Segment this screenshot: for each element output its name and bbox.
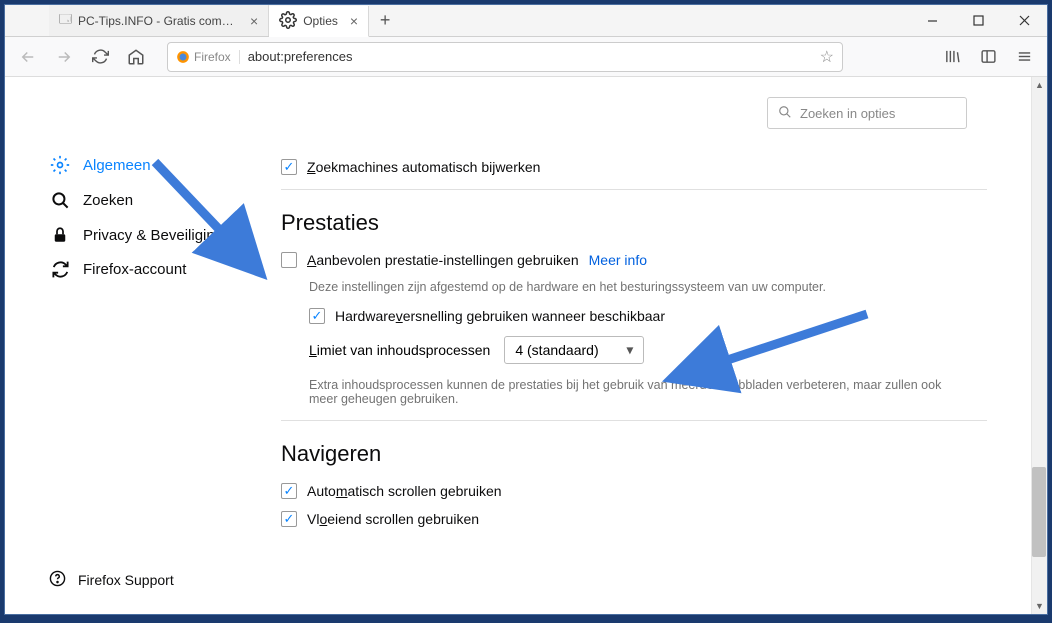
- divider: [281, 189, 987, 190]
- sidebar-button[interactable]: [973, 42, 1003, 72]
- scroll-up-icon[interactable]: ▲: [1032, 77, 1047, 93]
- process-limit-select[interactable]: 4 (standaard): [504, 336, 644, 364]
- url-bar[interactable]: Firefox about:preferences ☆: [167, 42, 843, 72]
- checkbox-label: Zoekmachines automatisch bijwerken: [307, 159, 540, 175]
- sidebar-support-link[interactable]: Firefox Support: [49, 570, 174, 590]
- bookmark-star-icon[interactable]: ☆: [820, 47, 834, 67]
- sidebar-item-label: Firefox-account: [83, 261, 186, 278]
- reload-button[interactable]: [85, 42, 115, 72]
- process-limit-row: Limiet van inhoudsprocessen 4 (standaard…: [309, 336, 987, 364]
- perf-description: Deze instellingen zijn afgestemd op de h…: [309, 280, 987, 294]
- tab-strip: 🗔 PC-Tips.INFO - Gratis computer tip × O…: [5, 5, 909, 36]
- checkbox-row-hwaccel: ✓ Hardwareversnelling gebruiken wanneer …: [309, 308, 987, 324]
- checkbox-row-autoscroll: ✓ Automatisch scrollen gebruiken: [281, 483, 987, 499]
- maximize-button[interactable]: [955, 5, 1001, 36]
- content-area: Algemeen Zoeken Privacy & Beveiliging Fi…: [5, 77, 1047, 614]
- sidebar-item-general[interactable]: Algemeen: [49, 147, 265, 183]
- favicon-generic-icon: 🗔: [59, 10, 72, 31]
- scroll-thumb[interactable]: [1032, 467, 1046, 557]
- sidebar-item-search[interactable]: Zoeken: [49, 183, 265, 218]
- tab-pctips[interactable]: 🗔 PC-Tips.INFO - Gratis computer tip ×: [49, 5, 269, 36]
- main-panel: Zoeken in opties ✓ Zoekmachines automati…: [265, 77, 1047, 614]
- checkbox-label: Automatisch scrollen gebruiken: [307, 483, 502, 499]
- checkbox-search-updates[interactable]: ✓: [281, 159, 297, 175]
- back-button[interactable]: [13, 42, 43, 72]
- options-search-input[interactable]: Zoeken in opties: [767, 97, 967, 129]
- vertical-scrollbar[interactable]: ▲ ▼: [1031, 77, 1047, 614]
- hamburger-menu-button[interactable]: [1009, 42, 1039, 72]
- search-placeholder: Zoeken in opties: [800, 106, 895, 121]
- scroll-down-icon[interactable]: ▼: [1032, 598, 1047, 614]
- close-icon[interactable]: ×: [350, 13, 358, 29]
- window-controls: [909, 5, 1047, 36]
- identity-label: Firefox: [194, 50, 231, 64]
- search-icon: [778, 105, 792, 122]
- sidebar-item-label: Algemeen: [83, 157, 151, 174]
- checkbox-row-smoothscroll: ✓ Vloeiend scrollen gebruiken: [281, 511, 987, 527]
- process-limit-description: Extra inhoudsprocessen kunnen de prestat…: [309, 378, 949, 406]
- home-button[interactable]: [121, 42, 151, 72]
- titlebar: 🗔 PC-Tips.INFO - Gratis computer tip × O…: [5, 5, 1047, 37]
- toolbar-right: [937, 42, 1039, 72]
- forward-button[interactable]: [49, 42, 79, 72]
- divider: [281, 420, 987, 421]
- checkbox-recommended-perf[interactable]: [281, 252, 297, 268]
- process-limit-label: Limiet van inhoudsprocessen: [309, 342, 490, 358]
- lock-icon: [49, 226, 71, 244]
- section-heading-navigate: Navigeren: [281, 441, 987, 467]
- checkbox-label: Hardwareversnelling gebruiken wanneer be…: [335, 308, 665, 324]
- toolbar: Firefox about:preferences ☆: [5, 37, 1047, 77]
- minimize-button[interactable]: [909, 5, 955, 36]
- support-label: Firefox Support: [78, 572, 174, 588]
- identity-box[interactable]: Firefox: [176, 50, 240, 64]
- tab-options[interactable]: Opties ×: [269, 6, 369, 37]
- sidebar-item-sync[interactable]: Firefox-account: [49, 252, 265, 287]
- checkbox-row-search-updates: ✓ Zoekmachines automatisch bijwerken: [281, 159, 987, 175]
- more-info-link[interactable]: Meer info: [589, 252, 647, 268]
- browser-window: 🗔 PC-Tips.INFO - Gratis computer tip × O…: [4, 4, 1048, 615]
- sidebar-item-privacy[interactable]: Privacy & Beveiliging: [49, 218, 265, 252]
- library-button[interactable]: [937, 42, 967, 72]
- checkbox-row-recommended: Aanbevolen prestatie-instellingen gebrui…: [281, 252, 987, 268]
- gear-icon: [49, 155, 71, 175]
- checkbox-label: Aanbevolen prestatie-instellingen gebrui…: [307, 252, 579, 268]
- search-icon: [49, 191, 71, 210]
- url-text: about:preferences: [248, 49, 812, 64]
- select-value: 4 (standaard): [515, 342, 598, 358]
- close-button[interactable]: [1001, 5, 1047, 36]
- sidebar-item-label: Privacy & Beveiliging: [83, 227, 223, 244]
- checkbox-hw-accel[interactable]: ✓: [309, 308, 325, 324]
- categories-sidebar: Algemeen Zoeken Privacy & Beveiliging Fi…: [5, 77, 265, 614]
- checkbox-auto-scroll[interactable]: ✓: [281, 483, 297, 499]
- checkbox-smooth-scroll[interactable]: ✓: [281, 511, 297, 527]
- tab-label: PC-Tips.INFO - Gratis computer tip: [78, 14, 238, 28]
- close-icon[interactable]: ×: [250, 13, 258, 29]
- sidebar-item-label: Zoeken: [83, 192, 133, 209]
- sync-icon: [49, 260, 71, 279]
- tab-label: Opties: [303, 14, 338, 28]
- firefox-icon: [176, 50, 190, 64]
- checkbox-label: Vloeiend scrollen gebruiken: [307, 511, 479, 527]
- question-icon: [49, 570, 66, 590]
- section-heading-performance: Prestaties: [281, 210, 987, 236]
- gear-icon: [279, 11, 297, 32]
- new-tab-button[interactable]: +: [369, 5, 401, 36]
